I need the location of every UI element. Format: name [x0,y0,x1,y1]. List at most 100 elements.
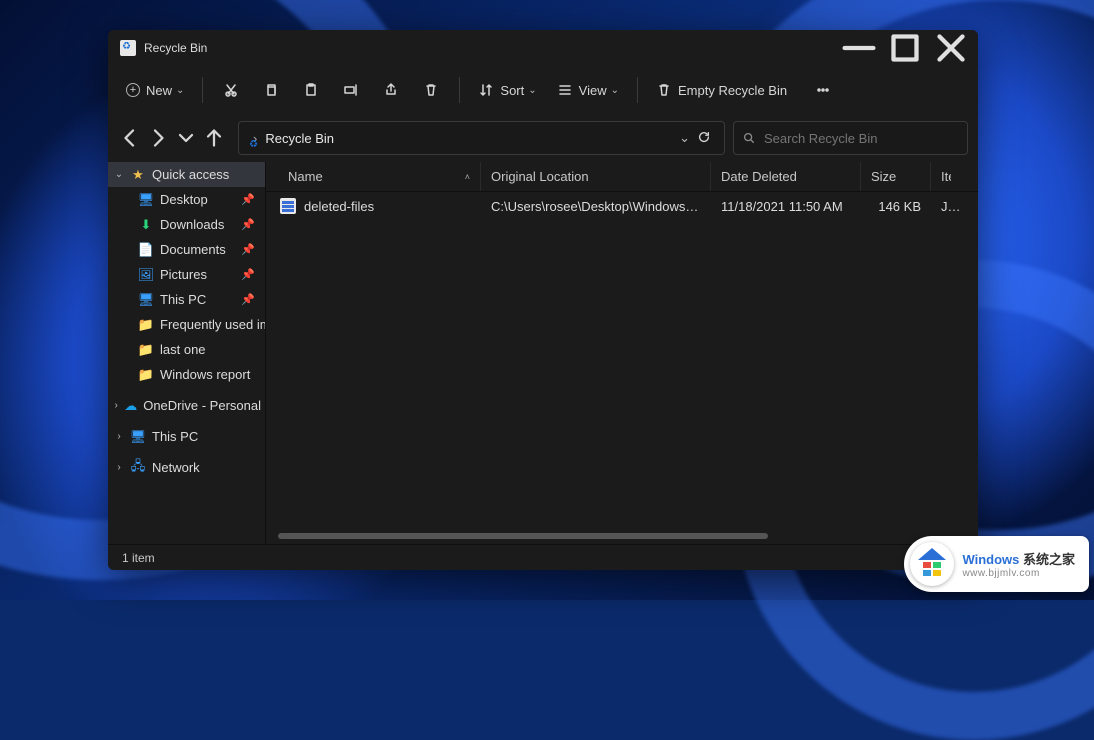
recent-locations-button[interactable] [174,126,198,150]
delete-button[interactable] [411,73,451,107]
copy-button[interactable] [251,73,291,107]
chevron-right-icon: › [114,431,124,442]
toolbar: + New ⌄ Sort ⌄ View ⌄ Empty Recycle Bin [108,66,978,114]
status-text: 1 item [122,551,155,565]
titlebar: Recycle Bin [108,30,978,66]
pin-icon: 📌 [241,193,261,206]
horizontal-scrollbar[interactable] [266,528,978,544]
plus-icon: + [126,83,140,97]
sidebar-item[interactable]: 📁last one [108,337,265,362]
folder-icon: 📄 [138,242,154,258]
sidebar-item-label: Pictures [160,267,207,282]
column-header-date-deleted[interactable]: Date Deleted [711,162,861,191]
folder-icon: 📁 [138,317,154,333]
minimize-button[interactable] [836,32,882,64]
sidebar-item-label: This PC [152,429,198,444]
sidebar-item-label: Downloads [160,217,224,232]
file-list-pane: Name ˄ Original Location Date Deleted Si… [266,162,978,544]
search-bar[interactable] [733,121,968,155]
sidebar-item[interactable]: ⬇ Downloads 📌 [108,212,265,237]
refresh-button[interactable] [690,130,718,147]
search-input[interactable] [764,131,959,146]
folder-icon: 🖥 [138,192,154,208]
folder-icon: 🖼 [138,267,154,283]
sidebar-item-label: Network [152,460,200,475]
folder-icon: ⬇ [138,217,154,233]
cut-button[interactable] [211,73,251,107]
pin-icon: 📌 [241,218,261,231]
sidebar-item-label: last one [160,342,206,357]
file-original-location: C:\Users\rosee\Desktop\Windows report\..… [481,199,711,214]
column-headers: Name ˄ Original Location Date Deleted Si… [266,162,978,192]
chevron-down-icon: ⌄ [114,169,124,180]
chevron-down-icon: ⌄ [528,85,536,96]
window-title: Recycle Bin [144,41,207,55]
sidebar-item-quick-access[interactable]: ⌄ ★ Quick access [108,162,265,187]
pc-icon: 🖥 [130,429,146,445]
file-item-type: JPG [931,199,961,214]
search-icon [742,131,756,145]
share-button[interactable] [371,73,411,107]
file-size: 146 KB [861,199,931,214]
column-header-name[interactable]: Name ˄ [266,162,481,191]
sidebar-item[interactable]: 🖼 Pictures 📌 [108,262,265,287]
address-bar[interactable]: › Recycle Bin ⌄ [238,121,725,155]
watermark: Windows 系统之家 www.bjjmlv.com [904,536,1089,592]
sidebar-item-label: Desktop [160,192,208,207]
sidebar-item[interactable]: 📁 Windows report [108,362,265,387]
sidebar-item-network[interactable]: › 🖧 Network [108,455,265,480]
column-header-original-location[interactable]: Original Location [481,162,711,191]
close-button[interactable] [928,32,974,64]
file-rows: deleted-files C:\Users\rosee\Desktop\Wind… [266,192,978,528]
sidebar-item-label: Windows report [160,367,250,382]
sidebar-item-label: OneDrive - Personal [143,398,261,413]
sidebar-item-onedrive[interactable]: › ☁ OneDrive - Personal [108,393,265,418]
watermark-logo-icon [910,542,954,586]
chevron-right-icon: › [114,462,124,473]
file-date-deleted: 11/18/2021 11:50 AM [711,199,861,214]
forward-button[interactable] [146,126,170,150]
new-button[interactable]: + New ⌄ [116,73,194,107]
folder-icon: 🖥 [138,292,154,308]
network-icon: 🖧 [130,460,146,476]
chevron-down-icon[interactable]: ⌄ [679,130,690,146]
sidebar-item[interactable]: 📁 Frequently used images [108,312,265,337]
sort-indicator-icon: ˄ [465,172,470,182]
chevron-down-icon: ⌄ [611,85,619,96]
file-name: deleted-files [304,199,374,214]
back-button[interactable] [118,126,142,150]
sidebar-item[interactable]: 🖥 This PC 📌 [108,287,265,312]
pin-icon: 📌 [241,293,261,306]
rename-button[interactable] [331,73,371,107]
sidebar-item-label: Quick access [152,167,229,182]
recycle-bin-icon [120,40,136,56]
star-icon: ★ [130,167,146,183]
view-button[interactable]: View ⌄ [547,73,629,107]
sort-button[interactable]: Sort ⌄ [468,73,546,107]
pin-icon: 📌 [241,268,261,281]
status-bar: 1 item [108,544,978,570]
navigation-bar: › Recycle Bin ⌄ [108,114,978,162]
column-header-item-type[interactable]: Item type [931,162,961,191]
sidebar-item-label: This PC [160,292,206,307]
sidebar-item[interactable]: 🖥 Desktop 📌 [108,187,265,212]
sidebar-item-label: Documents [160,242,226,257]
more-button[interactable] [805,73,841,107]
sidebar-item-label: Frequently used images [160,317,266,332]
maximize-button[interactable] [882,32,928,64]
chevron-right-icon: › [114,400,118,411]
up-button[interactable] [202,126,226,150]
folder-icon: 📁 [138,367,154,383]
navigation-sidebar: ⌄ ★ Quick access 🖥 Desktop 📌 ⬇ Downloads 📌 📄 Do… [108,162,266,544]
breadcrumb[interactable]: Recycle Bin [265,131,334,146]
empty-recycle-bin-button[interactable]: Empty Recycle Bin [646,73,797,107]
chevron-down-icon: ⌄ [176,85,184,96]
sidebar-item-this-pc[interactable]: › 🖥 This PC [108,424,265,449]
file-icon [280,198,296,214]
cloud-icon: ☁ [124,398,137,414]
pin-icon: 📌 [241,243,261,256]
sidebar-item[interactable]: 📄 Documents 📌 [108,237,265,262]
paste-button[interactable] [291,73,331,107]
column-header-size[interactable]: Size [861,162,931,191]
table-row[interactable]: deleted-files C:\Users\rosee\Desktop\Wind… [266,192,978,220]
